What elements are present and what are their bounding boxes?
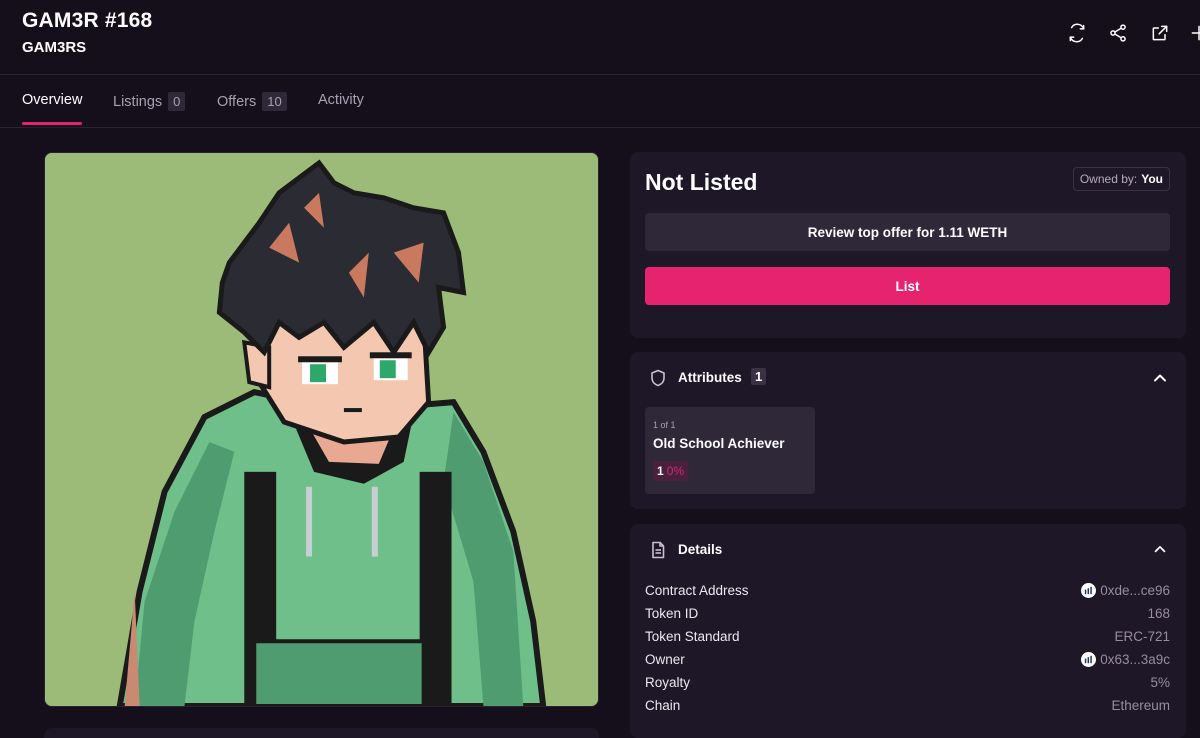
detail-row-owner: Owner 0x63...3a9c [645,649,1170,669]
details-header[interactable]: Details [630,524,1186,576]
shield-icon [650,369,666,387]
tab-bar: Overview Listings 0 Offers 10 Activity [0,76,1200,128]
attribute-name: Old School Achiever [653,436,785,451]
more-icon[interactable] [1186,20,1200,46]
detail-row-chain: Chain Ethereum [645,695,1170,715]
review-offer-button[interactable]: Review top offer for 1.11 WETH [645,213,1170,251]
attribute-count: 1 [657,464,664,478]
pixel-art-character [45,153,598,706]
detail-row-token-standard: Token Standard ERC-721 [645,626,1170,646]
attribute-rarity: 1 of 1 [653,420,676,430]
token-standard-value: ERC-721 [1114,628,1170,644]
detail-row-contract-address: Contract Address 0xde...ce96 [645,580,1170,600]
detail-label: Contract Address [645,582,749,598]
listing-panel: Not Listed Owned by: You Review top offe… [630,152,1186,338]
nft-title: GAM3R #168 [22,9,153,32]
detail-label: Token ID [645,605,699,621]
attributes-title: Attributes [678,370,742,385]
listings-count-badge: 0 [168,92,186,111]
attributes-count-badge: 1 [751,368,767,385]
tab-label: Offers [217,93,257,110]
details-panel: Details Contract Address 0xde...ce96 Tok… [630,524,1186,738]
attribute-card[interactable]: 1 of 1 Old School Achiever 1 0% [645,407,815,494]
tab-label: Activity [318,92,364,108]
attribute-stat-badge: 1 0% [653,461,689,481]
description-card [44,728,599,738]
owner-address-link[interactable]: 0x63...3a9c [1081,651,1170,667]
etherscan-icon [1081,651,1097,667]
nft-image[interactable] [44,152,599,707]
listing-status: Not Listed [645,169,758,195]
contract-address-value: 0xde...ce96 [1100,582,1170,598]
refresh-icon[interactable] [1064,20,1090,46]
detail-label: Royalty [645,674,691,690]
list-button[interactable]: List [645,267,1170,305]
details-title: Details [678,542,723,557]
owner-address-value: 0x63...3a9c [1100,651,1170,667]
chevron-up-icon[interactable] [1152,542,1168,558]
token-id-value: 168 [1147,605,1170,621]
detail-label: Chain [645,697,681,713]
tab-activity[interactable]: Activity [318,92,364,108]
active-tab-indicator [22,122,82,125]
chevron-up-icon[interactable] [1152,370,1168,386]
tab-offers[interactable]: Offers 10 [217,92,287,111]
tab-overview[interactable]: Overview [22,92,82,108]
page-header: GAM3R #168 GAM3RS [0,0,1200,75]
owned-by-label: Owned by: [1079,172,1138,186]
attribute-percent: 0% [666,464,685,478]
offers-count-badge: 10 [262,92,287,111]
royalty-value: 5% [1150,674,1170,690]
tab-label: Overview [22,92,83,108]
owner-badge: Owned by: You [1072,167,1170,191]
collection-link[interactable]: GAM3RS [22,39,86,56]
external-link-icon[interactable] [1147,20,1173,46]
tab-label: Listings [113,93,163,110]
tab-listings[interactable]: Listings 0 [113,92,186,111]
owned-by-value: You [1141,172,1163,186]
detail-label: Owner [645,651,685,667]
etherscan-icon [1081,582,1097,598]
contract-address-link[interactable]: 0xde...ce96 [1081,582,1170,598]
attributes-panel: Attributes 1 1 of 1 Old School Achiever … [630,352,1186,509]
detail-label: Token Standard [645,628,740,644]
detail-row-token-id: Token ID 168 [645,603,1170,623]
document-icon [650,541,666,559]
detail-row-royalty: Royalty 5% [645,672,1170,692]
share-icon[interactable] [1105,20,1131,46]
attributes-header[interactable]: Attributes 1 [630,352,1186,404]
chain-value: Ethereum [1111,697,1170,713]
